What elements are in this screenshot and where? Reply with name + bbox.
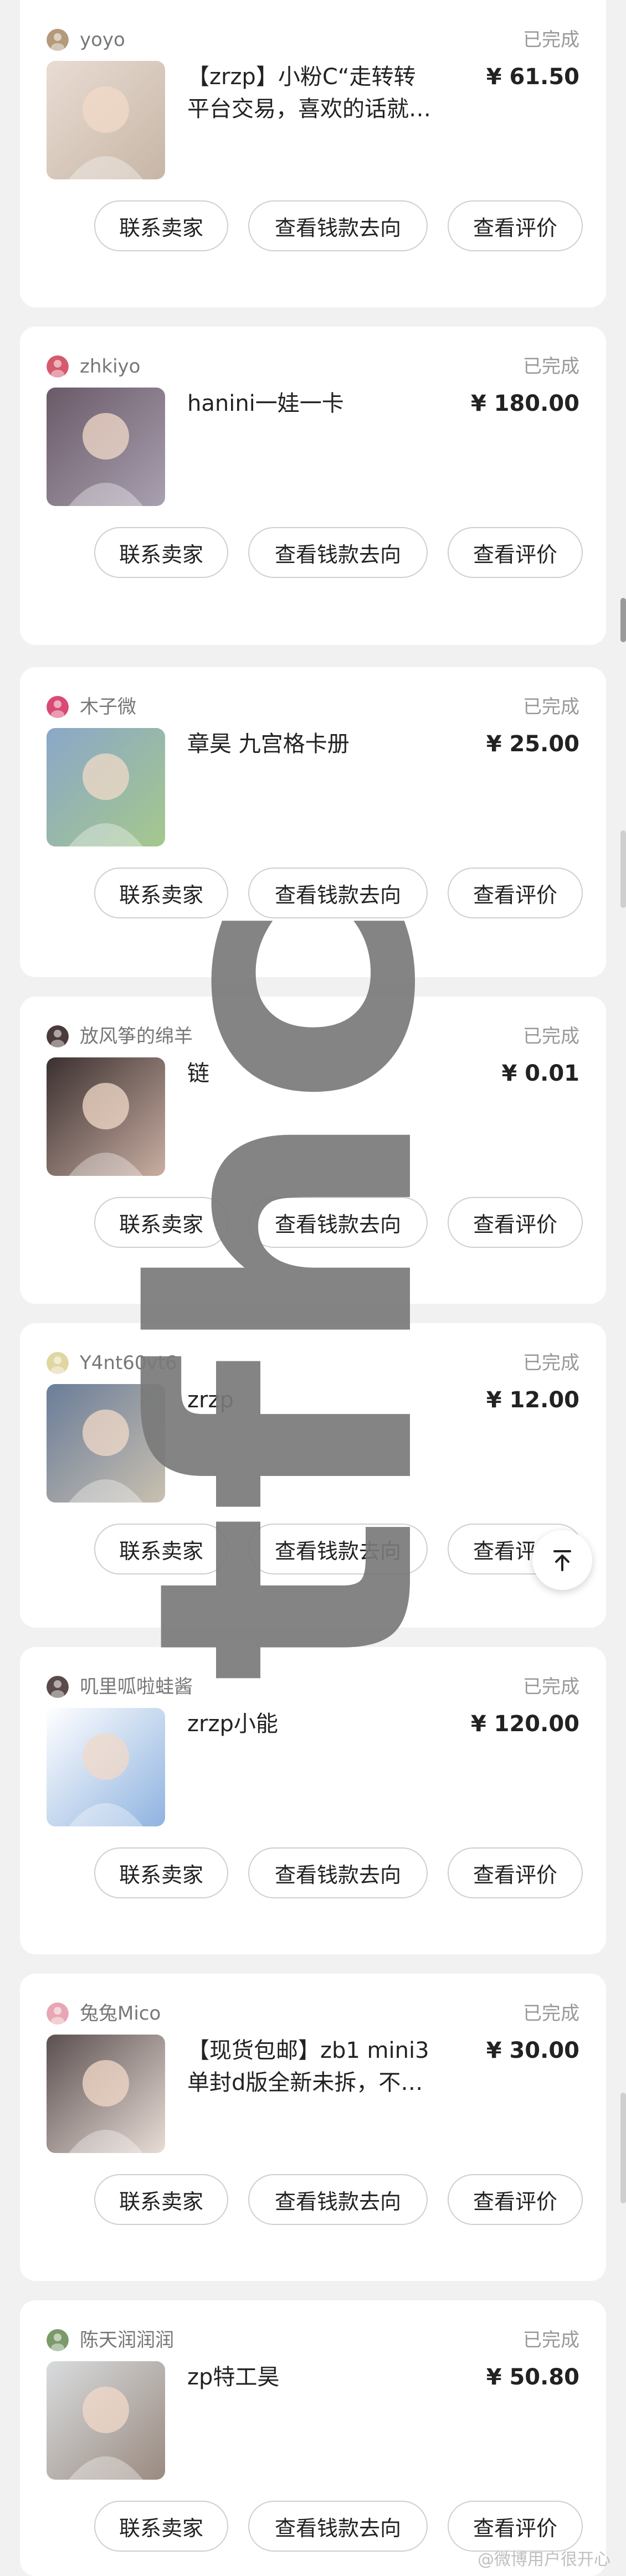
view-review-button[interactable]: 查看评价 bbox=[448, 527, 583, 578]
scrollbar[interactable] bbox=[620, 598, 626, 642]
view-money-flow-button[interactable]: 查看钱款去向 bbox=[248, 1847, 428, 1898]
contact-seller-button[interactable]: 联系卖家 bbox=[94, 1197, 228, 1248]
order-status: 已完成 bbox=[523, 696, 579, 718]
avatar[interactable] bbox=[47, 355, 69, 378]
order-card[interactable]: 放风筝的绵羊 已完成 链 ¥ 0.01 联系卖家 查看钱款去向 查看评价 bbox=[20, 997, 606, 1304]
avatar[interactable] bbox=[47, 29, 69, 51]
seller-name[interactable]: zhkiyo bbox=[80, 355, 140, 378]
contact-seller-button[interactable]: 联系卖家 bbox=[94, 1524, 228, 1574]
order-status: 已完成 bbox=[523, 355, 579, 378]
view-review-button[interactable]: 查看评价 bbox=[448, 200, 583, 251]
seller-row[interactable]: 放风筝的绵羊 已完成 bbox=[47, 1019, 579, 1052]
product-thumbnail[interactable] bbox=[47, 728, 165, 846]
order-status: 已完成 bbox=[523, 29, 579, 51]
seller-name[interactable]: 陈天润润润 bbox=[80, 2329, 174, 2351]
product-title[interactable]: 链 bbox=[187, 1057, 431, 1090]
order-price: ¥ 61.50 bbox=[486, 64, 579, 90]
avatar[interactable] bbox=[47, 2002, 69, 2025]
order-card[interactable]: 木子微 已完成 章昊 九宫格卡册 ¥ 25.00 联系卖家 查看钱款去向 查看评… bbox=[20, 667, 606, 977]
seller-row[interactable]: 木子微 已完成 bbox=[47, 689, 579, 722]
product-thumbnail[interactable] bbox=[47, 1384, 165, 1503]
view-money-flow-button[interactable]: 查看钱款去向 bbox=[248, 527, 428, 578]
seller-name[interactable]: 兔兔Mico bbox=[80, 2002, 161, 2025]
contact-seller-button[interactable]: 联系卖家 bbox=[94, 527, 228, 578]
view-money-flow-button[interactable]: 查看钱款去向 bbox=[248, 1197, 428, 1248]
contact-seller-button[interactable]: 联系卖家 bbox=[94, 868, 228, 918]
product-title[interactable]: hanini一娃一卡 bbox=[187, 388, 431, 420]
view-review-button[interactable]: 查看评价 bbox=[448, 1847, 583, 1898]
contact-seller-button[interactable]: 联系卖家 bbox=[94, 200, 228, 251]
order-price: ¥ 180.00 bbox=[470, 391, 579, 416]
order-card[interactable]: 兔兔Mico 已完成 【现货包邮】zb1 mini3单封d版全新未拆，不… ¥ … bbox=[20, 1974, 606, 2281]
avatar[interactable] bbox=[47, 696, 69, 718]
product-title[interactable]: 【现货包邮】zb1 mini3单封d版全新未拆，不… bbox=[187, 2035, 431, 2099]
view-money-flow-button[interactable]: 查看钱款去向 bbox=[248, 1524, 428, 1574]
arrow-up-icon bbox=[553, 1550, 571, 1571]
order-price: ¥ 30.00 bbox=[486, 2038, 579, 2063]
seller-row[interactable]: 叽里呱啦蛙酱 已完成 bbox=[47, 1669, 579, 1702]
product-thumbnail[interactable] bbox=[47, 61, 165, 179]
order-status: 已完成 bbox=[523, 1352, 579, 1374]
scrollbar[interactable] bbox=[620, 2093, 626, 2203]
product-title[interactable]: zrzp小能 bbox=[187, 1708, 431, 1740]
contact-seller-button[interactable]: 联系卖家 bbox=[94, 2501, 228, 2552]
order-status: 已完成 bbox=[523, 1025, 579, 1047]
contact-seller-button[interactable]: 联系卖家 bbox=[94, 2174, 228, 2225]
order-card[interactable]: 陈天润润润 已完成 zp特工昊 ¥ 50.80 联系卖家 查看钱款去向 查看评价 bbox=[20, 2300, 606, 2576]
product-thumbnail[interactable] bbox=[47, 1057, 165, 1176]
seller-name[interactable]: 木子微 bbox=[80, 696, 136, 718]
seller-name[interactable]: Y4nt60vt6 bbox=[80, 1352, 177, 1374]
product-title[interactable]: 【zrzp】小粉C“走转转平台交易，喜欢的话就… bbox=[187, 61, 431, 125]
seller-row[interactable]: Y4nt60vt6 已完成 bbox=[47, 1345, 579, 1379]
view-review-button[interactable]: 查看评价 bbox=[448, 1197, 583, 1248]
product-thumbnail[interactable] bbox=[47, 388, 165, 506]
seller-name[interactable]: 放风筝的绵羊 bbox=[80, 1025, 193, 1047]
order-card[interactable]: yoyo 已完成 【zrzp】小粉C“走转转平台交易，喜欢的话就… ¥ 61.5… bbox=[20, 0, 606, 307]
product-title[interactable]: zrzp bbox=[187, 1384, 431, 1416]
order-price: ¥ 50.80 bbox=[486, 2365, 579, 2390]
order-status: 已完成 bbox=[523, 2329, 579, 2351]
avatar[interactable] bbox=[47, 1676, 69, 1698]
product-thumbnail[interactable] bbox=[47, 1708, 165, 1826]
back-to-top-button[interactable] bbox=[532, 1530, 592, 1590]
view-money-flow-button[interactable]: 查看钱款去向 bbox=[248, 2174, 428, 2225]
view-review-button[interactable]: 查看评价 bbox=[448, 868, 583, 918]
order-card[interactable]: 叽里呱啦蛙酱 已完成 zrzp小能 ¥ 120.00 联系卖家 查看钱款去向 查… bbox=[20, 1647, 606, 1954]
contact-seller-button[interactable]: 联系卖家 bbox=[94, 1847, 228, 1898]
seller-row[interactable]: 兔兔Mico 已完成 bbox=[47, 1996, 579, 2029]
product-thumbnail[interactable] bbox=[47, 2035, 165, 2153]
avatar[interactable] bbox=[47, 1025, 69, 1047]
seller-row[interactable]: zhkiyo 已完成 bbox=[47, 349, 579, 382]
view-money-flow-button[interactable]: 查看钱款去向 bbox=[248, 200, 428, 251]
view-review-button[interactable]: 查看评价 bbox=[448, 2174, 583, 2225]
avatar[interactable] bbox=[47, 1352, 69, 1374]
order-card[interactable]: Y4nt60vt6 已完成 zrzp ¥ 12.00 联系卖家 查看钱款去向 查… bbox=[20, 1323, 606, 1628]
seller-row[interactable]: yoyo 已完成 bbox=[47, 22, 579, 55]
order-status: 已完成 bbox=[523, 2002, 579, 2025]
view-review-button[interactable]: 查看评价 bbox=[448, 2501, 583, 2552]
avatar[interactable] bbox=[47, 2329, 69, 2351]
product-title[interactable]: 章昊 九宫格卡册 bbox=[187, 728, 431, 760]
view-money-flow-button[interactable]: 查看钱款去向 bbox=[248, 868, 428, 918]
order-price: ¥ 0.01 bbox=[501, 1061, 579, 1086]
view-money-flow-button[interactable]: 查看钱款去向 bbox=[248, 2501, 428, 2552]
product-thumbnail[interactable] bbox=[47, 2361, 165, 2480]
footer-watermark: @微博用户很开心 bbox=[478, 2550, 610, 2569]
order-price: ¥ 12.00 bbox=[486, 1387, 579, 1413]
seller-name[interactable]: 叽里呱啦蛙酱 bbox=[80, 1676, 193, 1698]
order-status: 已完成 bbox=[523, 1676, 579, 1698]
order-price: ¥ 120.00 bbox=[470, 1711, 579, 1737]
order-card[interactable]: zhkiyo 已完成 hanini一娃一卡 ¥ 180.00 联系卖家 查看钱款… bbox=[20, 327, 606, 645]
scrollbar[interactable] bbox=[620, 830, 626, 908]
seller-name[interactable]: yoyo bbox=[80, 29, 125, 51]
order-price: ¥ 25.00 bbox=[486, 731, 579, 757]
seller-row[interactable]: 陈天润润润 已完成 bbox=[47, 2322, 579, 2356]
product-title[interactable]: zp特工昊 bbox=[187, 2361, 431, 2393]
